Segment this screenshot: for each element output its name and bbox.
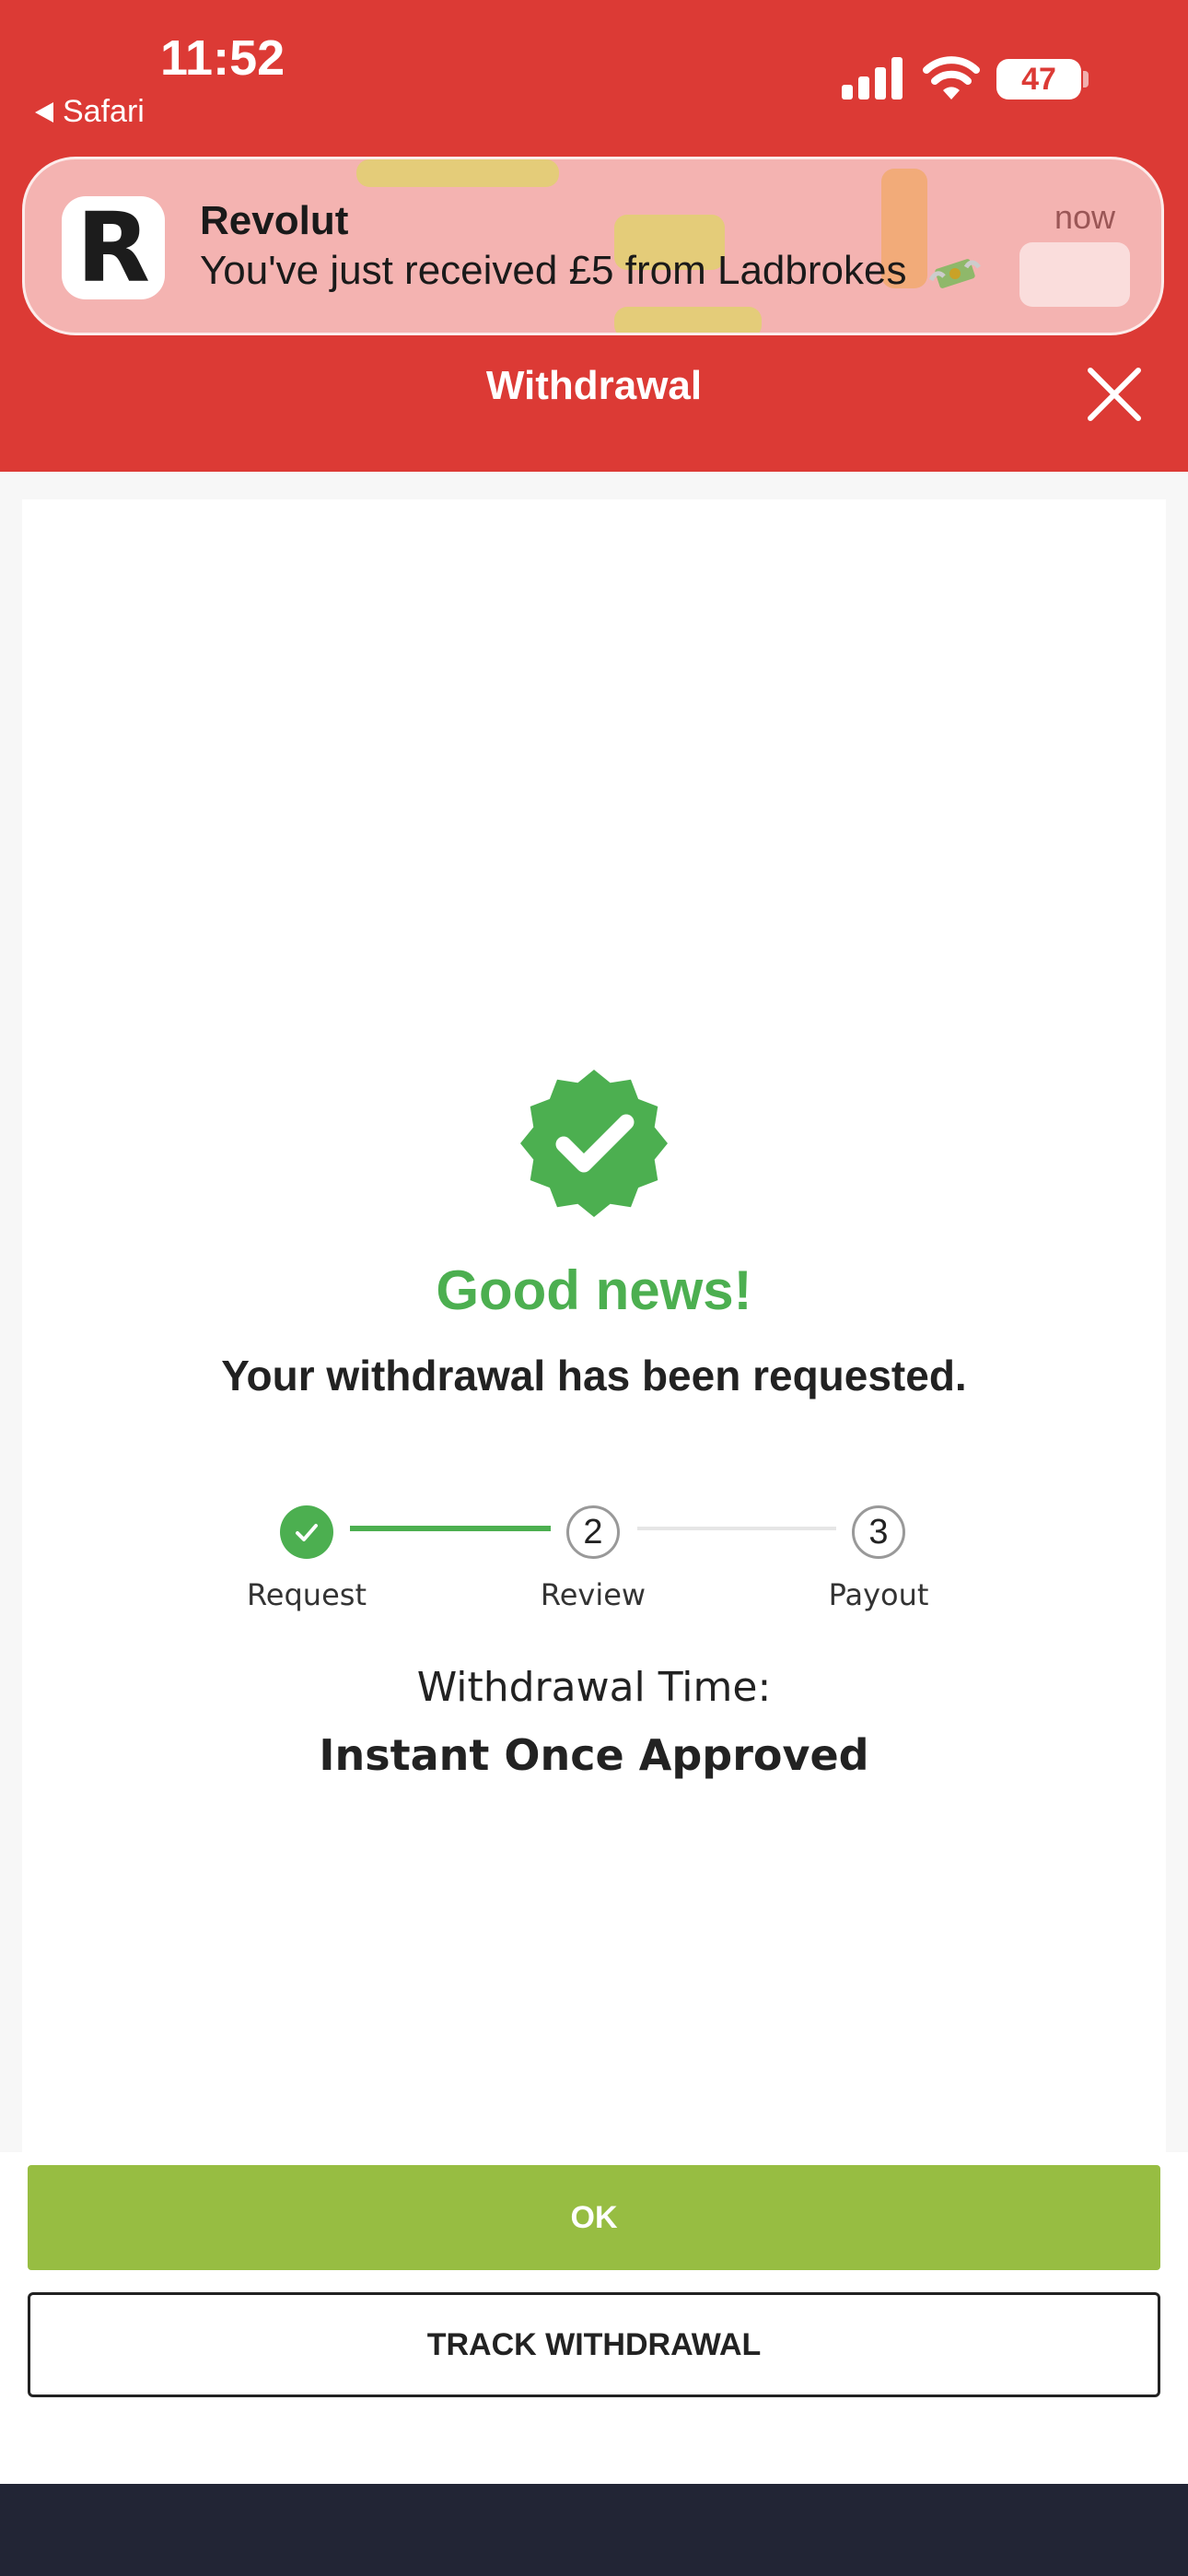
track-withdrawal-button[interactable]: TRACK WITHDRAWAL	[28, 2292, 1160, 2397]
back-to-safari[interactable]: Safari	[35, 94, 145, 130]
status-time: 11:52	[160, 30, 285, 86]
verified-check-badge-icon	[520, 1070, 668, 1217]
wifi-icon	[923, 56, 980, 100]
step-request-circle	[280, 1505, 333, 1559]
revolut-notification[interactable]: R Revolut You've just received £5 from L…	[22, 157, 1164, 335]
withdrawal-time-value: Instant Once Approved	[319, 1730, 869, 1780]
step-review-circle: 2	[566, 1505, 620, 1559]
progress-line-pending	[637, 1527, 836, 1530]
success-heading: Good news!	[436, 1259, 752, 1321]
battery-level: 47	[1021, 61, 1056, 97]
signal-icon	[842, 57, 903, 100]
step-review-label: Review	[540, 1577, 646, 1612]
step-request-label: Request	[247, 1577, 367, 1612]
money-with-wings-icon	[928, 259, 981, 289]
notification-message: You've just received £5 from Ladbrokes	[200, 248, 983, 294]
success-message: Your withdrawal has been requested.	[221, 1352, 967, 1399]
back-app-label: Safari	[63, 94, 145, 129]
notification-time: now	[1054, 198, 1115, 236]
back-arrow-icon	[35, 101, 53, 123]
content-card	[22, 499, 1166, 2152]
app-header: 11:52 Safari 47 R Revolut You've just re…	[0, 0, 1188, 472]
page-title: Withdrawal	[485, 363, 703, 408]
step-payout-circle: 3	[852, 1505, 905, 1559]
check-icon	[296, 1524, 318, 1541]
withdrawal-time-label: Withdrawal Time:	[416, 1664, 772, 1711]
notification-app-name: Revolut	[200, 198, 349, 243]
step-payout-label: Payout	[828, 1577, 929, 1612]
notification-text: You've just received £5 from Ladbrokes	[200, 248, 907, 293]
bottom-bar	[0, 2484, 1188, 2576]
revolut-logo-icon: R	[62, 196, 165, 299]
progress-line-done	[350, 1526, 551, 1531]
ok-button[interactable]: OK	[28, 2165, 1160, 2270]
close-icon[interactable]	[1085, 365, 1144, 424]
battery-tip	[1083, 71, 1089, 88]
battery-icon: 47	[996, 59, 1081, 100]
